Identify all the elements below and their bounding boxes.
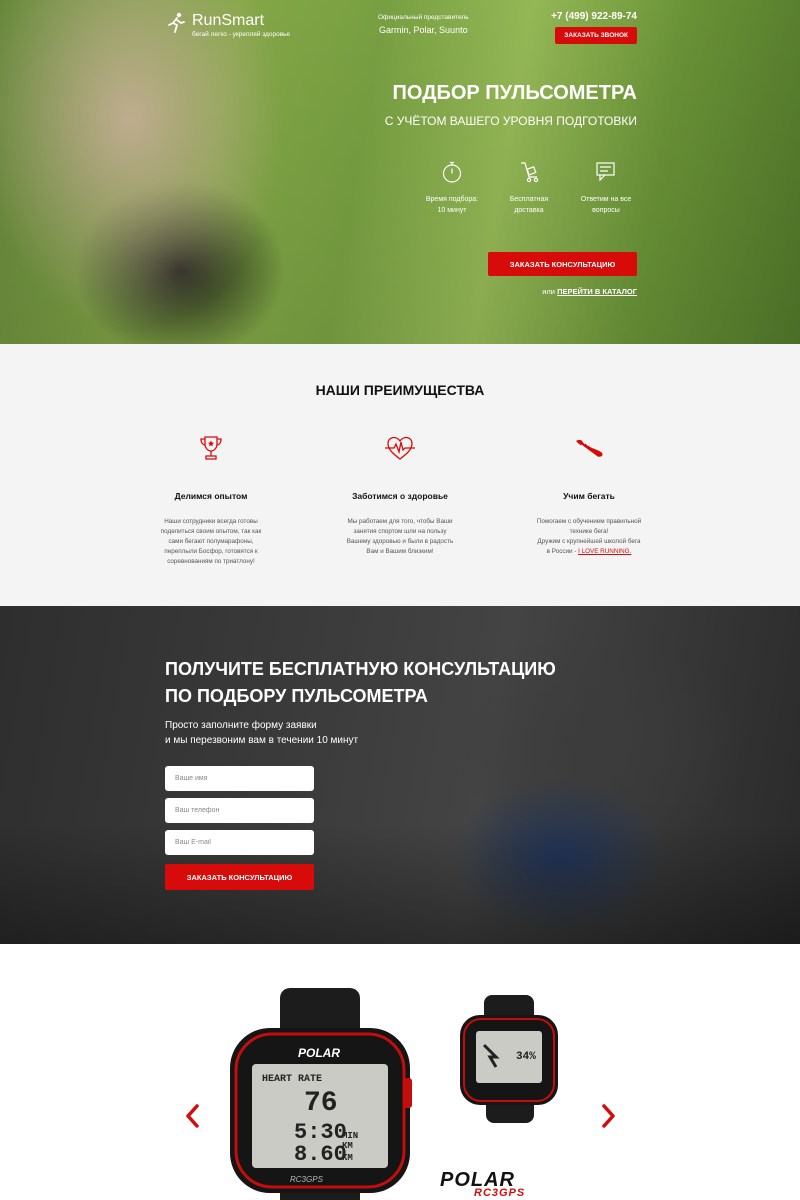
chevron-left-icon[interactable]: [183, 1102, 203, 1130]
advantage-text-fragment: в России -: [546, 548, 579, 555]
advantage-text-line: переплыли Босфор, готовятся к: [164, 548, 258, 555]
consult-subtitle-line: Просто заполните форму заявки: [165, 720, 317, 731]
header-contacts: +7 (499) 922-89-74 ЗАКАЗАТЬ ЗВОНОК: [551, 11, 637, 44]
watch-screen-value: 34%: [516, 1051, 536, 1063]
email-field[interactable]: [165, 830, 314, 855]
official-dealer: Официальный представитель Garmin, Polar,…: [378, 14, 469, 35]
consult-section: ПОЛУЧИТЕ БЕСПЛАТНУЮ КОНСУЛЬТАЦИЮ ПО ПОДБ…: [0, 606, 800, 944]
hero-features: Время подбора: 10 минут Бесплатная доста…: [418, 160, 640, 216]
running-shoe-icon: [576, 439, 603, 458]
advantage-text-line: Вам и Вашим близким!: [366, 548, 434, 555]
chevron-right-icon[interactable]: [598, 1102, 618, 1130]
or-text: или: [542, 287, 558, 296]
product-carousel: POLAR HEART RATE 76 5:30 MIN 8.60 KM KM …: [0, 944, 800, 1200]
advantage-item: Учим бегать Помогаем с обучением правиль…: [520, 432, 658, 567]
feature-text-line: доставка: [514, 207, 544, 214]
advantage-text-line: поделиться своим опытом, так как: [160, 528, 262, 535]
feature-item: Время подбора: 10 минут: [418, 160, 486, 216]
consult-subtitle-line: и мы перезвоним вам в течении 10 минут: [165, 735, 359, 746]
watch-screen-label: HEART RATE: [262, 1074, 322, 1085]
consult-title-line: ПО ПОДБОРУ ПУЛЬСОМЕТРА: [165, 686, 428, 706]
advantage-item: Делимся опытом Наши сотрудники всегда го…: [142, 432, 280, 567]
logo[interactable]: RunSmart бегай легко - укрепляй здоровье: [166, 12, 290, 38]
advantage-text: Наши сотрудники всегда готовы поделиться…: [142, 517, 280, 567]
section-title: НАШИ ПРЕИМУЩЕСТВА: [315, 382, 485, 398]
runner-icon: [168, 12, 185, 33]
hero-subtitle: С УЧЁТОМ ВАШЕГО УРОВНЯ ПОДГОТОВКИ: [384, 114, 637, 128]
name-field[interactable]: [165, 766, 314, 791]
feature-item: Ответим на все вопросы: [572, 160, 640, 216]
feature-text-line: Время подбора:: [425, 196, 479, 203]
watch-screen-unit: KM: [342, 1141, 353, 1151]
watch-screen-hr: 76: [304, 1088, 338, 1119]
product-image-watch-angle: 34%: [460, 995, 558, 1123]
callback-button[interactable]: ЗАКАЗАТЬ ЗВОНОК: [555, 27, 637, 44]
heart-pulse-icon: [385, 436, 415, 460]
logo-slogan: бегай легко - укрепляй здоровье: [192, 31, 291, 38]
advantage-text-line: соревнованиям по триатлону!: [167, 558, 255, 565]
advantage-text-line: Помогаем с обучением правильной: [536, 518, 642, 525]
phone-field[interactable]: [165, 798, 314, 823]
consult-title: ПОЛУЧИТЕ БЕСПЛАТНУЮ КОНСУЛЬТАЦИЮ ПО ПОДБ…: [165, 606, 800, 710]
dealer-brands: Garmin, Polar, Suunto: [379, 25, 468, 35]
hero-section: RunSmart бегай легко - укрепляй здоровье…: [0, 0, 800, 344]
watch-screen-unit: MIN: [342, 1131, 358, 1141]
advantage-name: Учим бегать: [563, 491, 615, 501]
chat-icon: [596, 162, 615, 182]
feature-item: Бесплатная доставка: [495, 160, 563, 216]
advantage-name: Делимся опытом: [174, 491, 248, 501]
advantage-item: Заботимся о здоровье Мы работаем для тог…: [331, 432, 469, 567]
advantage-text: Помогаем с обучением правильной технике …: [520, 517, 658, 557]
logo-title: RunSmart: [192, 12, 265, 29]
watch-screen-unit: KM: [342, 1153, 353, 1163]
watch-model-text: RC3GPS: [290, 1175, 324, 1184]
advantage-text-line: занятия спортом шли на пользу: [353, 528, 447, 535]
advantages-section: НАШИ ПРЕИМУЩЕСТВА Делимся опытом Наши со…: [0, 344, 800, 606]
consult-title-line: ПОЛУЧИТЕ БЕСПЛАТНУЮ КОНСУЛЬТАЦИЮ: [165, 659, 556, 679]
watch-brand-text: POLAR: [298, 1046, 340, 1060]
advantage-text-line: Мы работаем для того, чтобы Ваши: [347, 518, 453, 525]
advantage-text: Мы работаем для того, чтобы Ваши занятия…: [331, 517, 469, 557]
advantage-text-line: сами бегают полумарафоны,: [168, 538, 254, 545]
advantage-text-line: Дружим с крупнейшей школой бега: [537, 538, 641, 545]
stopwatch-icon: [442, 161, 462, 183]
phone-number[interactable]: +7 (499) 922-89-74: [551, 11, 637, 22]
submit-consult-button[interactable]: ЗАКАЗАТЬ КОНСУЛЬТАЦИЮ: [165, 864, 314, 890]
feature-text-line: Бесплатная: [509, 196, 549, 203]
advantage-name: Заботимся о здоровье: [352, 491, 448, 501]
consult-subtitle: Просто заполните форму заявки и мы перез…: [165, 718, 800, 748]
catalog-link[interactable]: ПЕРЕЙТИ В КАТАЛОГ: [557, 287, 637, 296]
advantage-text-line: технике бега!: [569, 528, 609, 535]
trophy-icon: [200, 436, 222, 460]
model-logo: RC3GPS: [474, 1187, 526, 1199]
feature-text-line: 10 минут: [437, 207, 467, 214]
consult-form: ЗАКАЗАТЬ КОНСУЛЬТАЦИЮ: [165, 766, 314, 890]
advantage-text-line: Наши сотрудники всегда готовы: [164, 518, 258, 525]
feature-text-line: вопросы: [592, 207, 620, 214]
product-image-watch-front: POLAR HEART RATE 76 5:30 MIN 8.60 KM KM …: [230, 988, 412, 1200]
advantage-text-line: Вашему здоровью и были в радость: [346, 538, 454, 545]
advantages-list: Делимся опытом Наши сотрудники всегда го…: [142, 432, 658, 567]
catalog-line: или ПЕРЕЙТИ В КАТАЛОГ: [542, 287, 637, 296]
delivery-cart-icon: [521, 162, 539, 183]
hero-title: ПОДБОР ПУЛЬСОМЕТРА: [392, 82, 637, 104]
consult-button[interactable]: ЗАКАЗАТЬ КОНСУЛЬТАЦИЮ: [488, 252, 637, 276]
feature-text-line: Ответим на все: [580, 196, 632, 203]
watch-screen-dist: 8.60: [294, 1142, 347, 1167]
dealer-label: Официальный представитель: [378, 14, 469, 21]
running-school-link[interactable]: I LOVE RUNNING.: [578, 548, 631, 555]
advantage-text-line: в России - I LOVE RUNNING.: [520, 547, 658, 557]
